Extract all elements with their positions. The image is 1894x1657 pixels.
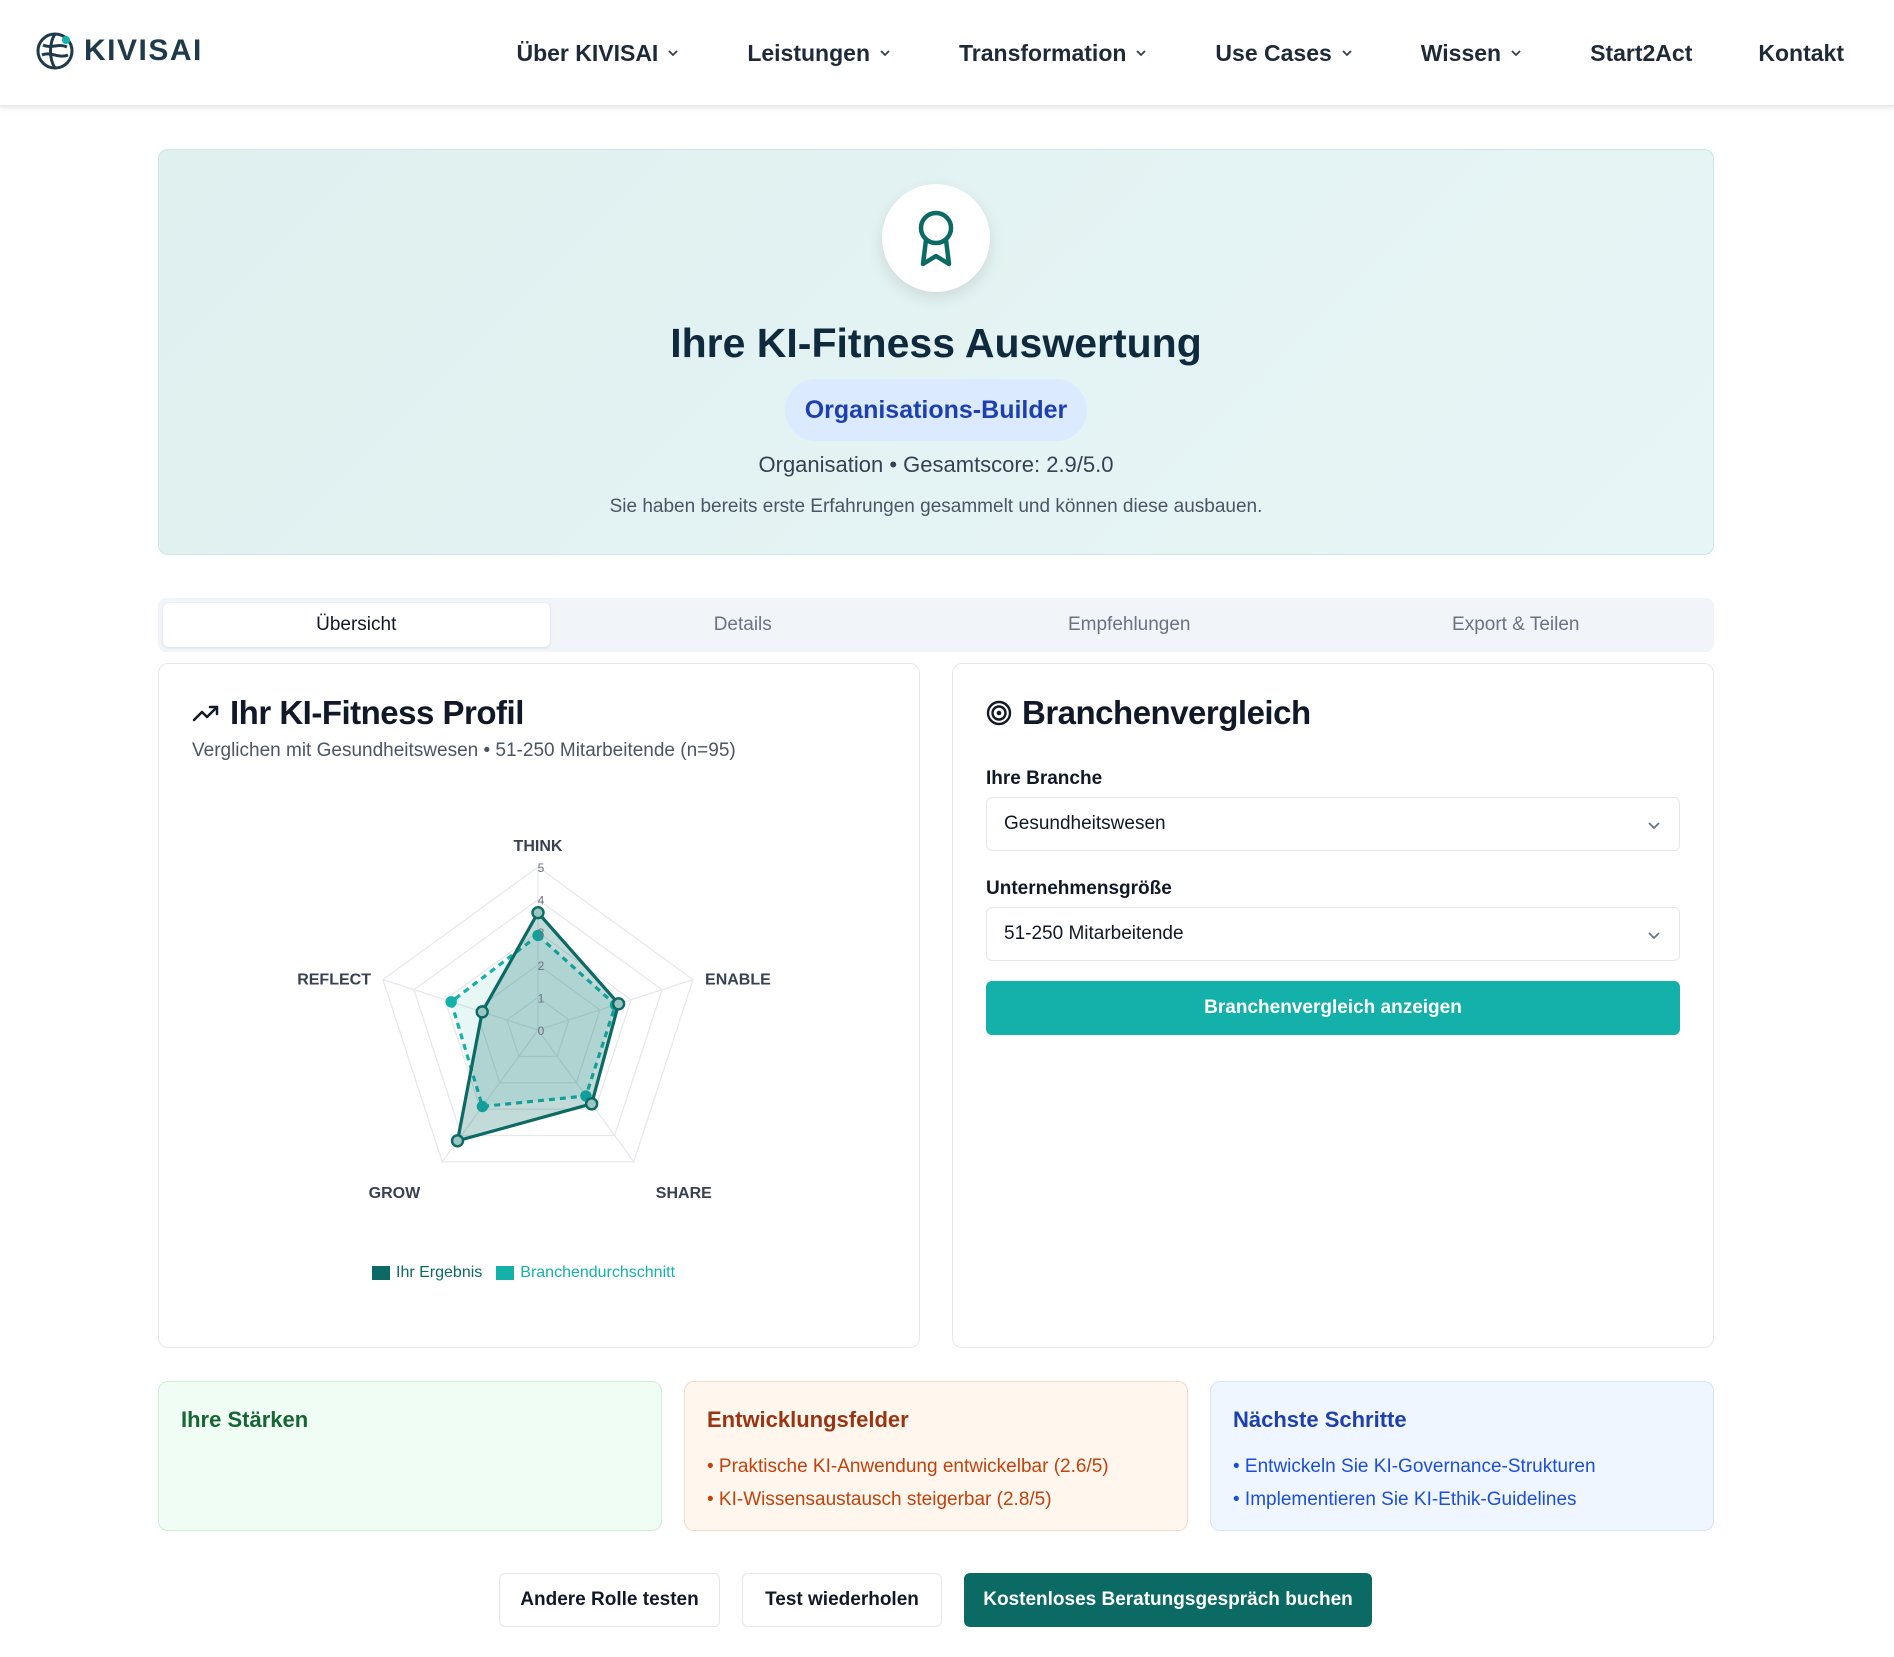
chart-legend: Ihr Ergebnis Branchendurchschnitt [372, 1264, 675, 1282]
chevron-down-icon [668, 50, 678, 57]
chevron-down-icon [1648, 932, 1660, 940]
radar-axis-label: REFLECT [297, 972, 371, 989]
result-hero: Ihre KI-Fitness Auswertung Organisations… [158, 149, 1714, 555]
radar-scale-tick: 2 [538, 959, 545, 973]
award-badge [882, 184, 990, 292]
nav-label: Wissen [1420, 39, 1502, 66]
nav-kontakt[interactable]: Kontakt [1758, 40, 1844, 67]
company-size-label: Unternehmensgröße [986, 878, 1172, 899]
tab-empfehlungen[interactable]: Empfehlungen [936, 603, 1323, 647]
legend-swatch [372, 1266, 390, 1280]
nav-label: Transformation [959, 39, 1127, 66]
development-areas-box: Entwicklungsfelder • Praktische KI-Anwen… [684, 1381, 1188, 1531]
result-tabs: Übersicht Details Empfehlungen Export & … [158, 598, 1714, 652]
list-item: • Entwickeln Sie KI-Governance-Strukture… [1233, 1456, 1596, 1477]
radar-data-point [450, 1134, 465, 1148]
legend-item: Branchendurchschnitt [496, 1264, 675, 1282]
development-title: Entwicklungsfelder [707, 1407, 909, 1432]
tab-details[interactable]: Details [550, 603, 937, 647]
development-list: • Praktische KI-Anwendung entwickelbar (… [707, 1450, 1109, 1516]
logo-text: KIVISAI [84, 34, 203, 67]
show-comparison-button[interactable]: Branchenvergleich anzeigen [986, 981, 1680, 1035]
kivisai-logo-icon [36, 32, 74, 70]
radar-axis-label: GROW [369, 1185, 421, 1202]
tab-uebersicht[interactable]: Übersicht [163, 603, 550, 647]
top-navigation-bar: KIVISAI Über KIVISAI Leistungen Transfor… [0, 0, 1894, 106]
radar-scale-tick: 3 [538, 926, 545, 940]
radar-scale-tick: 0 [538, 1024, 545, 1038]
radar-data-point [445, 996, 457, 1008]
repeat-test-button[interactable]: Test wiederholen [742, 1573, 942, 1627]
next-steps-title: Nächste Schritte [1233, 1407, 1407, 1432]
radar-scale-tick: 1 [538, 991, 545, 1005]
nav-label: Über KIVISAI [516, 39, 659, 66]
legend-label: Branchendurchschnitt [520, 1264, 676, 1281]
industry-comparison-card: Branchenvergleich Ihre Branche Gesundhei… [952, 663, 1714, 1348]
legend-swatch [496, 1266, 515, 1280]
result-description: Sie haben bereits erste Erfahrungen gesa… [609, 496, 1263, 517]
radar-axis-label: ENABLE [705, 972, 771, 989]
target-icon [986, 700, 1012, 726]
chevron-down-icon [1342, 50, 1352, 57]
chevron-down-icon [1648, 822, 1660, 830]
list-item: • Praktische KI-Anwendung entwickelbar (… [707, 1456, 1109, 1477]
radar-scale-tick: 5 [538, 861, 545, 875]
nav-label: Use Cases [1215, 39, 1332, 66]
radar-chart: 0 1 2 3 4 5 THINK ENABLE SHARE GROW REFLECT [297, 838, 771, 1202]
radar-scale-tick: 4 [538, 894, 545, 908]
strengths-box: Ihre Stärken [158, 1381, 662, 1531]
branch-select[interactable]: Gesundheitswesen [986, 797, 1680, 851]
next-steps-list: • Entwickeln Sie KI-Governance-Strukture… [1233, 1450, 1596, 1516]
chevron-down-icon [1136, 50, 1147, 57]
profile-title: Ihr KI-Fitness Profil [230, 694, 524, 731]
radar-axis-label: THINK [514, 838, 563, 855]
nav-start2act[interactable]: Start2Act [1590, 40, 1692, 67]
nav-ueber-kivisai[interactable]: Über KIVISAI [516, 40, 679, 67]
branch-label: Ihre Branche [986, 768, 1103, 789]
radar-axis-label: SHARE [656, 1185, 712, 1202]
branch-select-value: Gesundheitswesen [1004, 813, 1166, 834]
nav-label: Leistungen [747, 39, 870, 66]
profile-subtitle: Verglichen mit Gesundheitswesen • 51-250… [192, 740, 736, 761]
comparison-title: Branchenvergleich [1022, 694, 1311, 731]
tab-export-teilen[interactable]: Export & Teilen [1323, 603, 1710, 647]
trending-up-icon [192, 705, 219, 722]
card-header: Branchenvergleich [986, 694, 1311, 732]
chevron-down-icon [1511, 50, 1521, 57]
radar-data-point [611, 997, 626, 1011]
profile-type-badge: Organisations-Builder [785, 379, 1087, 441]
nav-label: Kontakt [1758, 39, 1844, 66]
award-icon [918, 210, 954, 267]
radar-data-point [584, 1097, 599, 1111]
logo[interactable]: KIVISAI [35, 31, 203, 71]
list-item: • KI-Wissensaustausch steigerbar (2.8/5) [707, 1489, 1052, 1510]
radar-data-point [531, 905, 545, 920]
nav-leistungen[interactable]: Leistungen [747, 40, 891, 67]
radar-data-point [475, 1005, 489, 1019]
total-score-line: Organisation • Gesamtscore: 2.9/5.0 [758, 452, 1114, 477]
page-title: Ihre KI-Fitness Auswertung [670, 320, 1202, 366]
nav-use-cases[interactable]: Use Cases [1215, 40, 1352, 67]
legend-label: Ihr Ergebnis [396, 1264, 483, 1281]
chevron-down-icon [880, 50, 890, 57]
strengths-title: Ihre Stärken [181, 1407, 309, 1432]
card-header: Ihr KI-Fitness Profil [192, 694, 524, 732]
other-role-button[interactable]: Andere Rolle testen [499, 1573, 720, 1627]
book-consultation-button[interactable]: Kostenloses Beratungsgespräch buchen [964, 1573, 1372, 1627]
company-size-select-value: 51-250 Mitarbeitende [1004, 923, 1184, 944]
fitness-profile-card: Ihr KI-Fitness Profil Verglichen mit Ges… [158, 663, 920, 1348]
nav-label: Start2Act [1590, 39, 1693, 66]
list-item: • Implementieren Sie KI-Ethik-Guidelines [1233, 1489, 1577, 1510]
legend-item: Ihr Ergebnis [372, 1264, 482, 1282]
next-steps-box: Nächste Schritte • Entwickeln Sie KI-Gov… [1210, 1381, 1714, 1531]
main-nav: Über KIVISAI Leistungen Transformation U… [516, 0, 1844, 106]
company-size-select[interactable]: 51-250 Mitarbeitende [986, 907, 1680, 961]
nav-transformation[interactable]: Transformation [959, 40, 1147, 67]
nav-wissen[interactable]: Wissen [1421, 40, 1522, 67]
